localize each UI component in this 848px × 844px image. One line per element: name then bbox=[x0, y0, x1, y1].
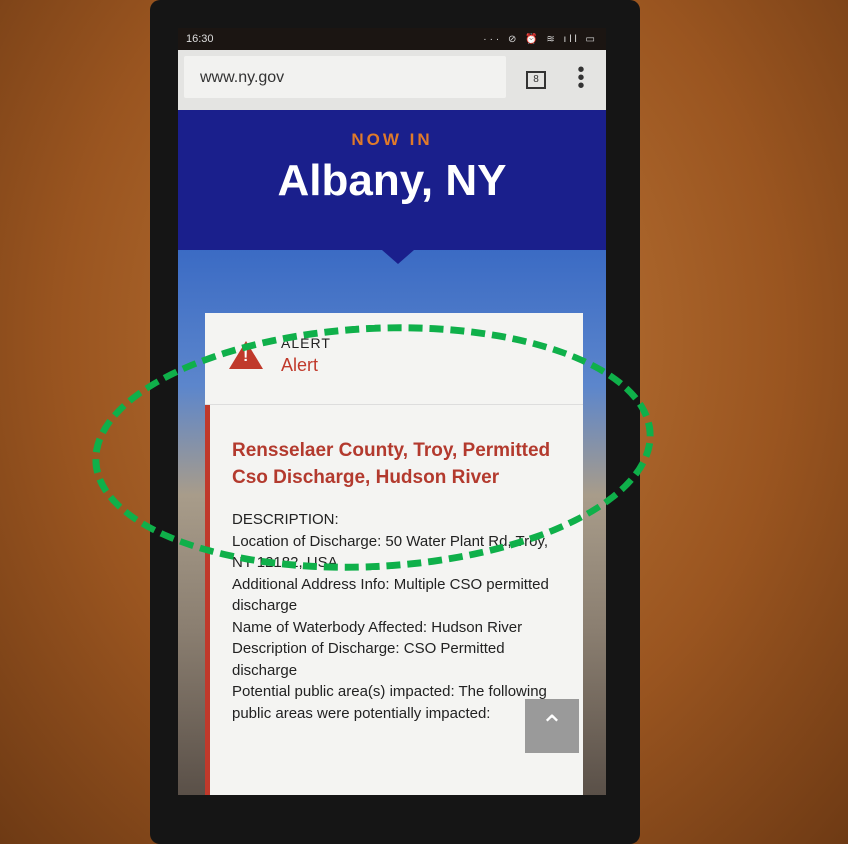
status-bar: 16:30 ··· ⊘ ⏰ ≋ ıll ▭ bbox=[178, 28, 606, 50]
city-title: Albany, NY bbox=[277, 156, 507, 205]
header-pointer bbox=[382, 250, 414, 264]
tab-switcher-button[interactable]: 8 bbox=[526, 71, 546, 89]
scroll-to-top-button[interactable]: ⌃ bbox=[525, 699, 579, 753]
status-icons: ··· ⊘ ⏰ ≋ ıll ▭ bbox=[483, 33, 598, 45]
description-line: Name of Waterbody Affected: Hudson River bbox=[232, 618, 523, 636]
description-line: Additional Address Info: Multiple CSO pe… bbox=[232, 575, 549, 615]
status-time: 16:30 bbox=[186, 33, 214, 45]
browser-toolbar: www.ny.gov 8 • • • bbox=[178, 50, 606, 110]
now-in-label: NOW IN bbox=[351, 130, 433, 149]
description-line: Potential public area(s) impacted: The f… bbox=[232, 683, 547, 722]
url-bar[interactable]: www.ny.gov bbox=[184, 56, 506, 98]
location-header: NOW IN Albany, NY bbox=[178, 110, 606, 264]
more-menu-icon[interactable]: • • • bbox=[576, 60, 586, 96]
description-line: Description of Discharge: CSO Permitted … bbox=[232, 640, 505, 679]
